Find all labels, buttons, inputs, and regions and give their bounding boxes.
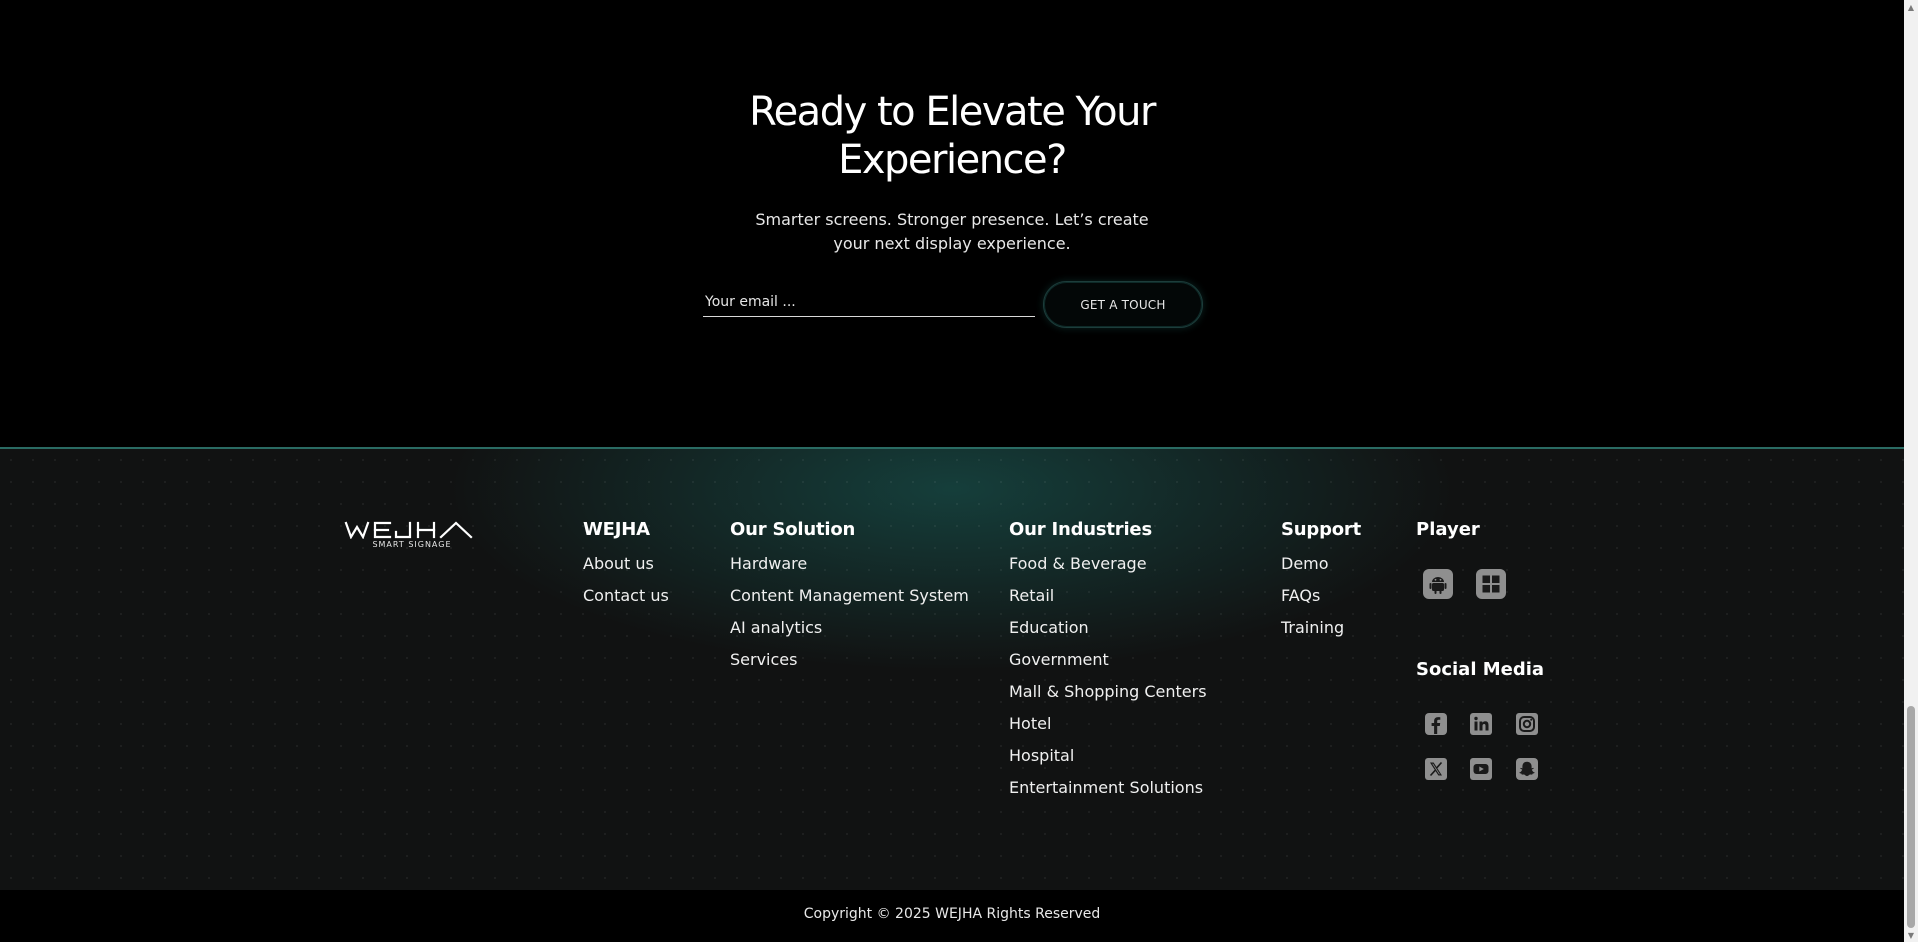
footer-link-government[interactable]: Government bbox=[1009, 650, 1207, 682]
vertical-scrollbar[interactable]: ▲ ▼ bbox=[1904, 0, 1918, 942]
training-link[interactable]: Training bbox=[1281, 618, 1344, 637]
faqs-link[interactable]: FAQs bbox=[1281, 586, 1320, 605]
footer-link-hospital[interactable]: Hospital bbox=[1009, 746, 1207, 778]
cta-title-line-2: Experience? bbox=[838, 137, 1067, 183]
email-field-wrapper bbox=[703, 289, 1035, 317]
x-icon[interactable] bbox=[1423, 756, 1449, 782]
government-link[interactable]: Government bbox=[1009, 650, 1109, 669]
email-input[interactable] bbox=[703, 289, 1035, 315]
footer-column-our-solution: Our Solution Hardware Content Management… bbox=[730, 519, 969, 682]
footer-column-our-industries: Our Industries Food & Beverage Retail Ed… bbox=[1009, 519, 1207, 810]
cta-title: Ready to Elevate Your Experience? bbox=[0, 88, 1904, 184]
footer-link-education[interactable]: Education bbox=[1009, 618, 1207, 650]
footer-column-title: Our Industries bbox=[1009, 519, 1152, 540]
footer-link-hardware[interactable]: Hardware bbox=[730, 554, 969, 586]
footer-column-title: Our Solution bbox=[730, 519, 856, 540]
facebook-icon[interactable] bbox=[1423, 711, 1449, 737]
footer: SMART SIGNAGE WEJHA About us Contact us … bbox=[0, 447, 1904, 890]
food-beverage-link[interactable]: Food & Beverage bbox=[1009, 554, 1147, 573]
footer-column-title: WEJHA bbox=[583, 519, 650, 540]
youtube-icon[interactable] bbox=[1468, 756, 1494, 782]
footer-link-contact-us[interactable]: Contact us bbox=[583, 586, 669, 618]
cta-subtitle-line-1: Smarter screens. Stronger presence. Let’… bbox=[755, 210, 1149, 229]
cta-subtitle: Smarter screens. Stronger presence. Let’… bbox=[0, 208, 1904, 256]
footer-link-retail[interactable]: Retail bbox=[1009, 586, 1207, 618]
page: Ready to Elevate Your Experience? Smarte… bbox=[0, 0, 1918, 942]
education-link[interactable]: Education bbox=[1009, 618, 1089, 637]
footer-link-food-beverage[interactable]: Food & Beverage bbox=[1009, 554, 1207, 586]
footer-link-cms[interactable]: Content Management System bbox=[730, 586, 969, 618]
footer-link-faqs[interactable]: FAQs bbox=[1281, 586, 1361, 618]
content-management-system-link[interactable]: Content Management System bbox=[730, 586, 969, 605]
footer-link-entertainment[interactable]: Entertainment Solutions bbox=[1009, 778, 1207, 810]
contact-us-link[interactable]: Contact us bbox=[583, 586, 669, 605]
retail-link[interactable]: Retail bbox=[1009, 586, 1054, 605]
cta-title-line-1: Ready to Elevate Your bbox=[749, 89, 1156, 135]
social-media-heading: Social Media bbox=[1416, 659, 1545, 680]
windows-icon[interactable] bbox=[1476, 569, 1506, 599]
hospital-link[interactable]: Hospital bbox=[1009, 746, 1074, 765]
android-icon[interactable] bbox=[1423, 569, 1453, 599]
footer-link-ai-analytics[interactable]: AI analytics bbox=[730, 618, 969, 650]
snapchat-icon[interactable] bbox=[1514, 756, 1540, 782]
footer-column-support: Support Demo FAQs Training bbox=[1281, 519, 1361, 650]
footer-column-wejha: WEJHA About us Contact us bbox=[583, 519, 669, 618]
mall-shopping-centers-link[interactable]: Mall & Shopping Centers bbox=[1009, 682, 1207, 701]
services-link[interactable]: Services bbox=[730, 650, 797, 669]
scroll-up-arrow-icon[interactable]: ▲ bbox=[1904, 0, 1918, 14]
footer-link-hotel[interactable]: Hotel bbox=[1009, 714, 1207, 746]
player-heading: Player bbox=[1416, 519, 1480, 540]
footer-link-mall[interactable]: Mall & Shopping Centers bbox=[1009, 682, 1207, 714]
hardware-link[interactable]: Hardware bbox=[730, 554, 807, 573]
ai-analytics-link[interactable]: AI analytics bbox=[730, 618, 822, 637]
about-us-link[interactable]: About us bbox=[583, 554, 654, 573]
copyright-text: Copyright © 2025 WEJHA Rights Reserved bbox=[803, 906, 1101, 922]
logo-subtext: SMART SIGNAGE bbox=[372, 540, 452, 549]
cta-subtitle-line-2: your next display experience. bbox=[833, 234, 1071, 253]
instagram-icon[interactable] bbox=[1514, 711, 1540, 737]
footer-link-services[interactable]: Services bbox=[730, 650, 969, 682]
entertainment-solutions-link[interactable]: Entertainment Solutions bbox=[1009, 778, 1203, 797]
wejha-logo[interactable]: SMART SIGNAGE bbox=[344, 521, 480, 549]
footer-column-title: Support bbox=[1281, 519, 1361, 540]
footer-link-about-us[interactable]: About us bbox=[583, 554, 669, 586]
wejha-wordmark-icon bbox=[344, 521, 473, 539]
cta-section: Ready to Elevate Your Experience? Smarte… bbox=[0, 0, 1904, 447]
footer-link-demo[interactable]: Demo bbox=[1281, 554, 1361, 586]
demo-link[interactable]: Demo bbox=[1281, 554, 1329, 573]
footer-link-training[interactable]: Training bbox=[1281, 618, 1361, 650]
copyright-bar: Copyright © 2025 WEJHA Rights Reserved bbox=[0, 890, 1904, 942]
scrollbar-thumb[interactable] bbox=[1907, 706, 1915, 928]
get-a-touch-button[interactable]: GET A TOUCH bbox=[1043, 281, 1203, 328]
scroll-down-arrow-icon[interactable]: ▼ bbox=[1904, 928, 1918, 942]
hotel-link[interactable]: Hotel bbox=[1009, 714, 1051, 733]
linkedin-icon[interactable] bbox=[1468, 711, 1494, 737]
